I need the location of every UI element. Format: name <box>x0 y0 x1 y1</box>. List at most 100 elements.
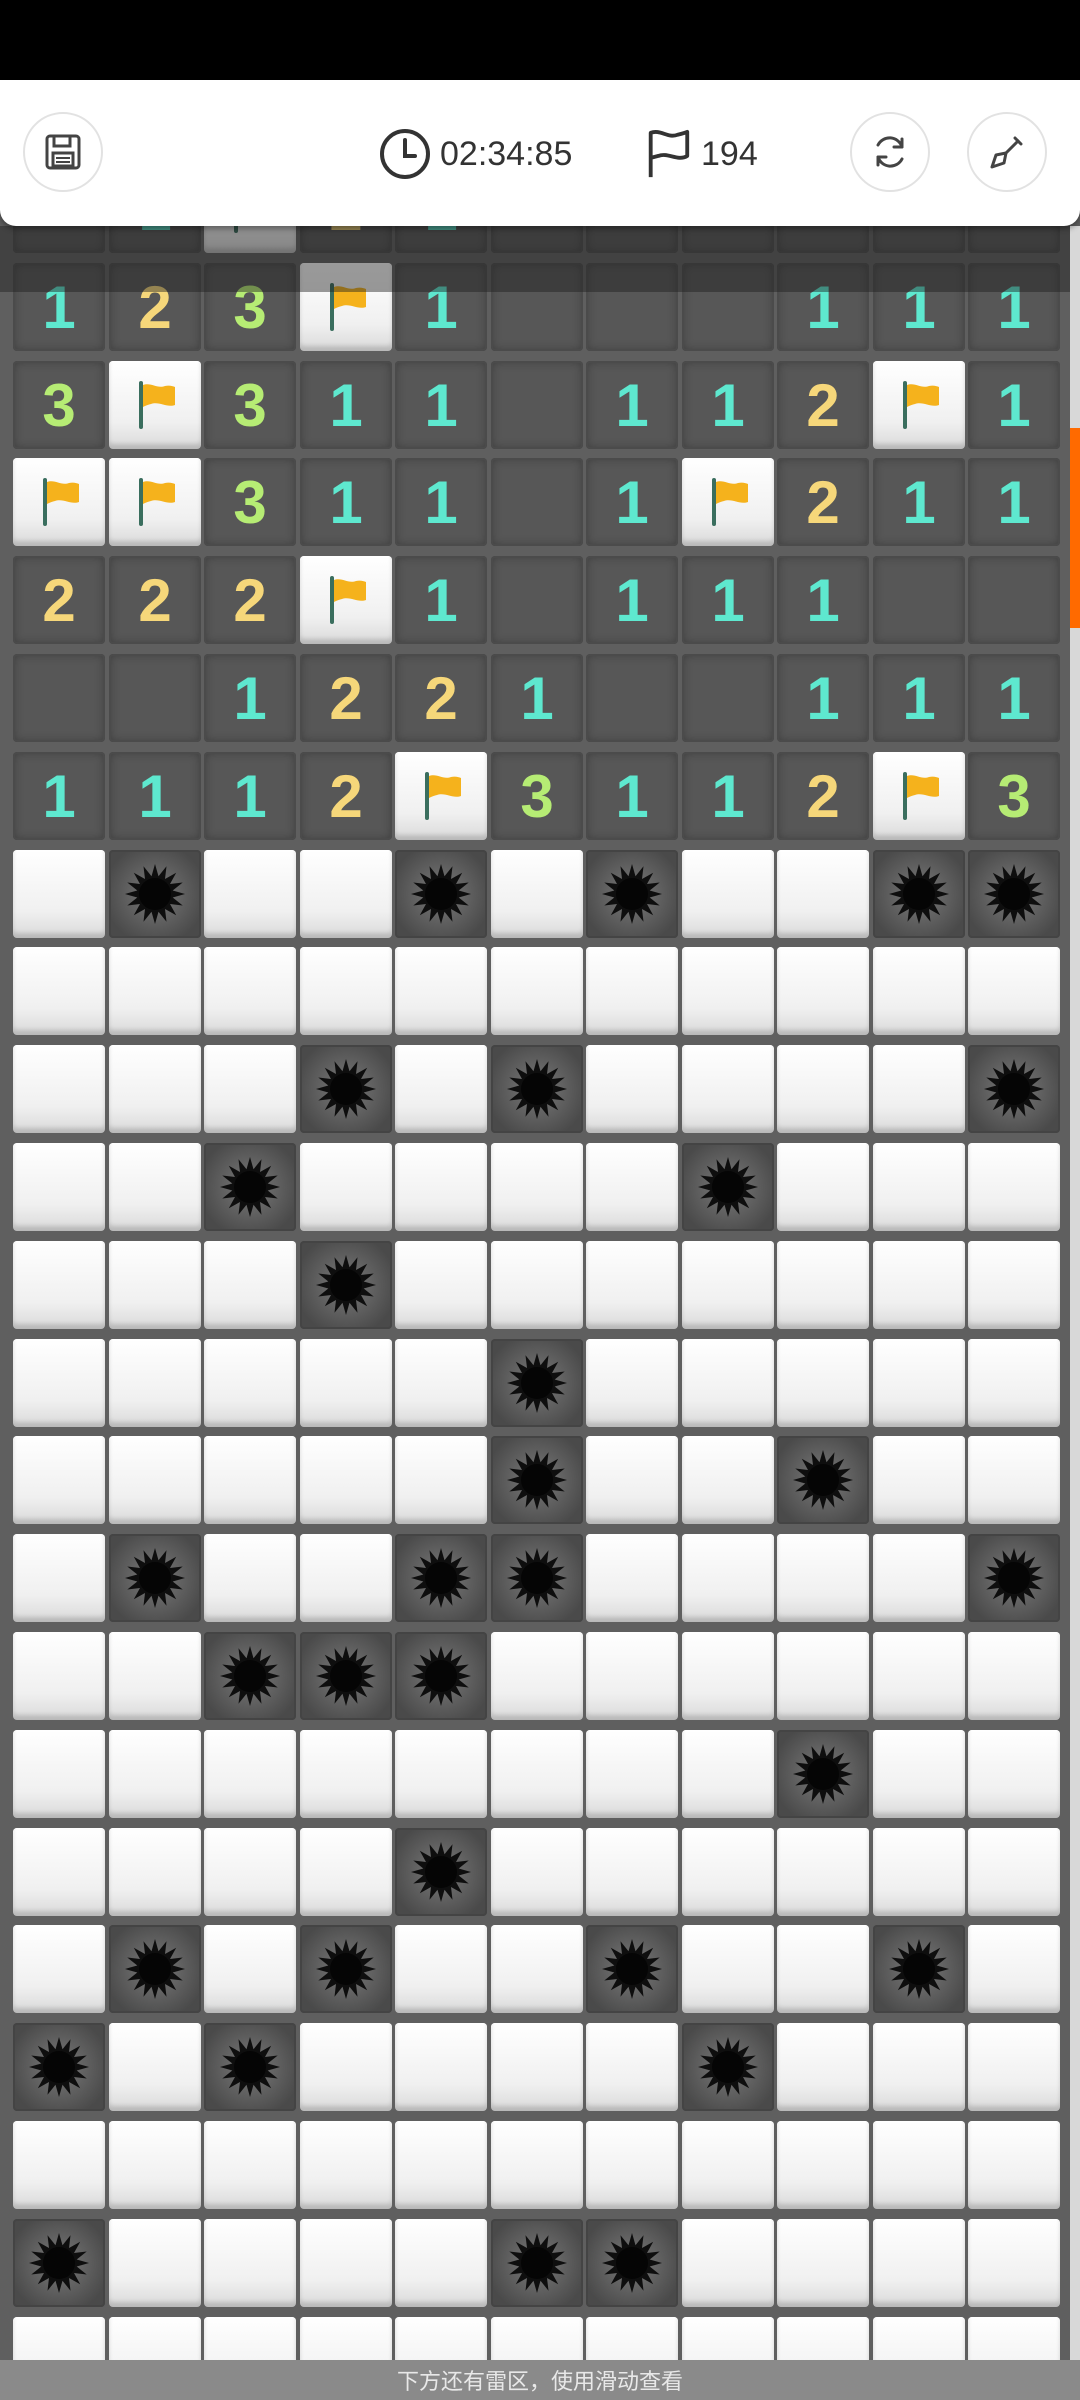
number-cell[interactable]: 3 <box>13 361 105 449</box>
covered-cell[interactable] <box>491 1143 583 1231</box>
mine-cell[interactable] <box>586 850 678 938</box>
covered-cell[interactable] <box>586 1632 678 1720</box>
covered-cell[interactable] <box>491 1241 583 1329</box>
number-cell[interactable]: 1 <box>204 752 296 840</box>
flagged-cell[interactable] <box>682 458 774 546</box>
covered-cell[interactable] <box>491 947 583 1035</box>
covered-cell[interactable] <box>873 2219 965 2307</box>
covered-cell[interactable] <box>491 2317 583 2360</box>
covered-cell[interactable] <box>109 2121 201 2209</box>
empty-cell[interactable] <box>491 458 583 546</box>
empty-cell[interactable] <box>13 654 105 742</box>
covered-cell[interactable] <box>204 1436 296 1524</box>
covered-cell[interactable] <box>873 2317 965 2360</box>
mine-cell[interactable] <box>968 1534 1060 1622</box>
covered-cell[interactable] <box>682 1436 774 1524</box>
covered-cell[interactable] <box>300 1436 392 1524</box>
flagged-cell[interactable] <box>13 458 105 546</box>
covered-cell[interactable] <box>204 2219 296 2307</box>
covered-cell[interactable] <box>777 2317 869 2360</box>
number-cell[interactable]: 1 <box>204 654 296 742</box>
mine-cell[interactable] <box>109 850 201 938</box>
covered-cell[interactable] <box>873 947 965 1035</box>
covered-cell[interactable] <box>968 1632 1060 1720</box>
covered-cell[interactable] <box>204 2317 296 2360</box>
covered-cell[interactable] <box>586 1339 678 1427</box>
covered-cell[interactable] <box>13 1534 105 1622</box>
mine-cell[interactable] <box>109 1534 201 1622</box>
number-cell[interactable]: 1 <box>395 226 487 253</box>
empty-cell[interactable] <box>13 226 105 253</box>
number-cell[interactable]: 1 <box>300 458 392 546</box>
number-cell[interactable]: 1 <box>873 654 965 742</box>
covered-cell[interactable] <box>395 1241 487 1329</box>
covered-cell[interactable] <box>13 850 105 938</box>
covered-cell[interactable] <box>682 1730 774 1818</box>
number-cell[interactable]: 2 <box>777 752 869 840</box>
mine-cell[interactable] <box>968 1045 1060 1133</box>
mine-cell[interactable] <box>777 1730 869 1818</box>
number-cell[interactable]: 2 <box>300 654 392 742</box>
covered-cell[interactable] <box>300 1730 392 1818</box>
number-cell[interactable]: 1 <box>109 226 201 253</box>
mine-cell[interactable] <box>300 1632 392 1720</box>
covered-cell[interactable] <box>109 1632 201 1720</box>
number-cell[interactable]: 1 <box>395 556 487 644</box>
covered-cell[interactable] <box>204 1241 296 1329</box>
covered-cell[interactable] <box>873 1534 965 1622</box>
number-cell[interactable]: 1 <box>586 752 678 840</box>
covered-cell[interactable] <box>395 1339 487 1427</box>
empty-cell[interactable] <box>491 226 583 253</box>
minefield-viewport[interactable]: 1211231111331111213111211222111112211111… <box>0 226 1080 2360</box>
number-cell[interactable]: 2 <box>395 654 487 742</box>
covered-cell[interactable] <box>586 2023 678 2111</box>
empty-cell[interactable] <box>777 226 869 253</box>
mine-cell[interactable] <box>873 1925 965 2013</box>
covered-cell[interactable] <box>873 1730 965 1818</box>
mine-cell[interactable] <box>204 1632 296 1720</box>
covered-cell[interactable] <box>300 1534 392 1622</box>
flagged-cell[interactable] <box>204 226 296 253</box>
number-cell[interactable]: 1 <box>586 556 678 644</box>
covered-cell[interactable] <box>873 1436 965 1524</box>
mine-cell[interactable] <box>968 850 1060 938</box>
covered-cell[interactable] <box>586 1241 678 1329</box>
covered-cell[interactable] <box>586 1045 678 1133</box>
mine-cell[interactable] <box>873 850 965 938</box>
covered-cell[interactable] <box>777 2121 869 2209</box>
empty-cell[interactable] <box>586 263 678 351</box>
covered-cell[interactable] <box>682 1828 774 1916</box>
covered-cell[interactable] <box>491 1730 583 1818</box>
covered-cell[interactable] <box>13 1925 105 2013</box>
covered-cell[interactable] <box>873 1339 965 1427</box>
covered-cell[interactable] <box>204 1534 296 1622</box>
number-cell[interactable]: 1 <box>300 361 392 449</box>
flagged-cell[interactable] <box>300 556 392 644</box>
covered-cell[interactable] <box>300 2023 392 2111</box>
covered-cell[interactable] <box>395 1436 487 1524</box>
save-button[interactable] <box>23 112 103 192</box>
number-cell[interactable]: 1 <box>586 458 678 546</box>
mine-cell[interactable] <box>109 1925 201 2013</box>
covered-cell[interactable] <box>109 2219 201 2307</box>
covered-cell[interactable] <box>968 1828 1060 1916</box>
mine-cell[interactable] <box>204 2023 296 2111</box>
covered-cell[interactable] <box>873 2121 965 2209</box>
number-cell[interactable]: 1 <box>777 263 869 351</box>
covered-cell[interactable] <box>682 947 774 1035</box>
empty-cell[interactable] <box>682 226 774 253</box>
empty-cell[interactable] <box>586 654 678 742</box>
number-cell[interactable]: 1 <box>968 458 1060 546</box>
flagged-cell[interactable] <box>395 752 487 840</box>
covered-cell[interactable] <box>109 1436 201 1524</box>
covered-cell[interactable] <box>395 1143 487 1231</box>
covered-cell[interactable] <box>682 1339 774 1427</box>
covered-cell[interactable] <box>777 1632 869 1720</box>
covered-cell[interactable] <box>204 1045 296 1133</box>
covered-cell[interactable] <box>13 2121 105 2209</box>
mine-cell[interactable] <box>395 1828 487 1916</box>
covered-cell[interactable] <box>777 1143 869 1231</box>
covered-cell[interactable] <box>395 2023 487 2111</box>
mine-cell[interactable] <box>491 1045 583 1133</box>
covered-cell[interactable] <box>777 1925 869 2013</box>
